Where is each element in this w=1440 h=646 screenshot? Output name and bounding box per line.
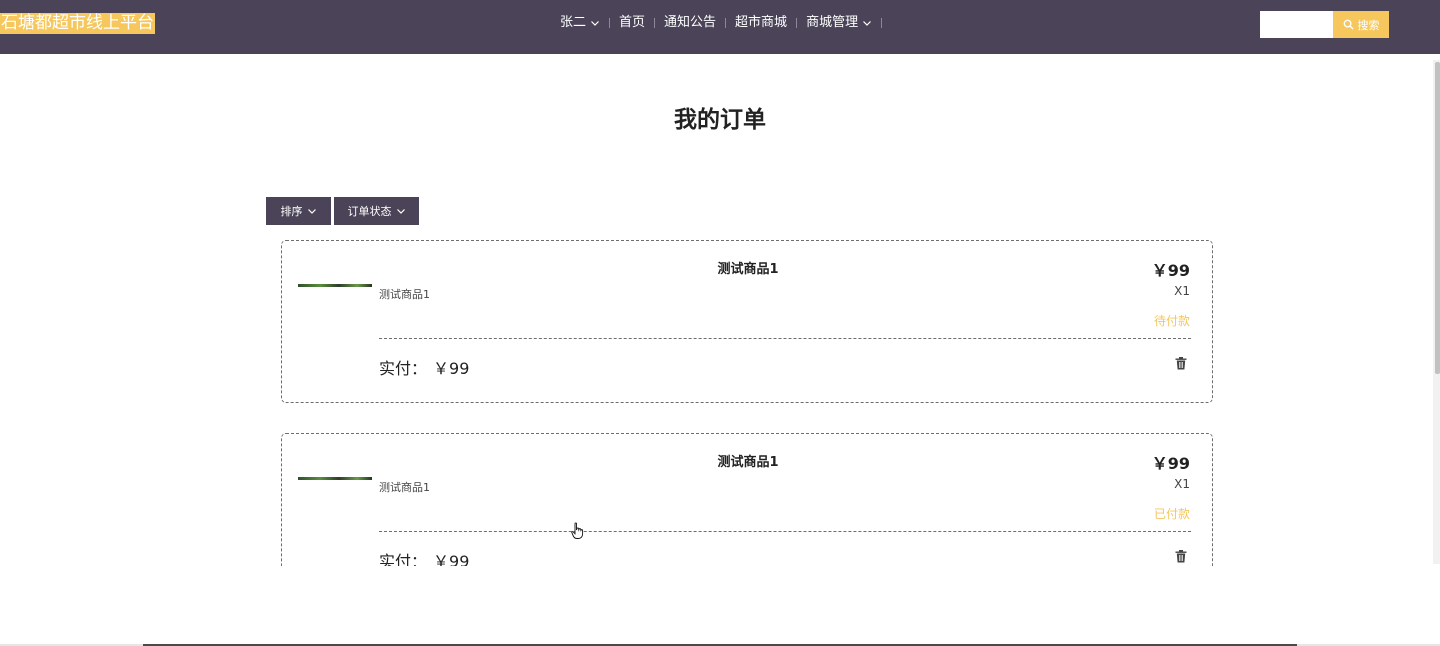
product-description: 测试商品1 <box>379 481 430 494</box>
product-image[interactable] <box>298 284 372 287</box>
product-quantity: X1 <box>1174 284 1190 298</box>
product-price: ￥99 <box>1151 454 1190 473</box>
order-status: 已付款 <box>1153 507 1190 521</box>
hand-pointer-icon <box>571 522 584 539</box>
nav-user-menu[interactable]: 张二 <box>560 14 609 32</box>
search-input[interactable] <box>1260 11 1334 38</box>
site-logo-title[interactable]: 石塘都超市线上平台 <box>0 13 155 34</box>
order-status-label: 订单状态 <box>347 205 392 218</box>
sort-label: 排序 <box>280 205 303 218</box>
nav-divider <box>881 18 883 28</box>
nav-item-mall[interactable]: 超市商城 <box>726 14 796 32</box>
nav-manage-label: 商城管理 <box>806 15 859 30</box>
paid-total: 实付： ￥99 <box>379 355 469 379</box>
trash-icon[interactable] <box>1175 550 1187 563</box>
top-navbar: 石塘都超市线上平台 张二 首页 通知公告 超市商城 商城管理 搜索 <box>0 0 1440 54</box>
sort-dropdown[interactable]: 排序 <box>266 197 331 225</box>
order-list: 测试商品1 测试商品1 ￥99 X1 待付款 实付： ￥99 测试商品1 测试商… <box>0 230 1440 566</box>
page-title: 我的订单 <box>674 107 766 133</box>
chevron-down-icon <box>590 18 600 28</box>
search-button[interactable]: 搜索 <box>1333 11 1389 38</box>
search-button-label: 搜索 <box>1357 18 1380 32</box>
product-price: ￥99 <box>1151 261 1190 280</box>
divider <box>379 338 1191 339</box>
product-name[interactable]: 测试商品1 <box>282 451 1214 470</box>
order-status-dropdown[interactable]: 订单状态 <box>334 197 419 225</box>
order-card[interactable]: 测试商品1 测试商品1 ￥99 X1 已付款 实付： ￥99 <box>281 433 1213 566</box>
nav-item-notices[interactable]: 通知公告 <box>655 14 725 32</box>
chevron-down-icon <box>307 206 317 216</box>
order-status: 待付款 <box>1153 314 1190 328</box>
product-image[interactable] <box>298 477 372 480</box>
paid-amount: ￥99 <box>433 359 470 378</box>
search-icon <box>1343 19 1354 30</box>
paid-total: 实付： ￥99 <box>379 548 469 566</box>
paid-label: 实付： <box>379 359 428 378</box>
product-quantity: X1 <box>1174 477 1190 491</box>
trash-icon[interactable] <box>1175 357 1187 370</box>
paid-label: 实付： <box>379 552 428 566</box>
main-nav: 张二 首页 通知公告 超市商城 商城管理 <box>560 14 883 32</box>
chevron-down-icon <box>396 206 406 216</box>
divider <box>379 531 1191 532</box>
nav-user-name: 张二 <box>560 15 587 30</box>
order-card[interactable]: 测试商品1 测试商品1 ￥99 X1 待付款 实付： ￥99 <box>281 240 1213 403</box>
nav-item-home[interactable]: 首页 <box>610 14 654 32</box>
paid-amount: ￥99 <box>433 552 470 566</box>
chevron-down-icon <box>862 18 872 28</box>
nav-item-manage[interactable]: 商城管理 <box>797 14 881 32</box>
product-name[interactable]: 测试商品1 <box>282 258 1214 277</box>
product-description: 测试商品1 <box>379 288 430 301</box>
